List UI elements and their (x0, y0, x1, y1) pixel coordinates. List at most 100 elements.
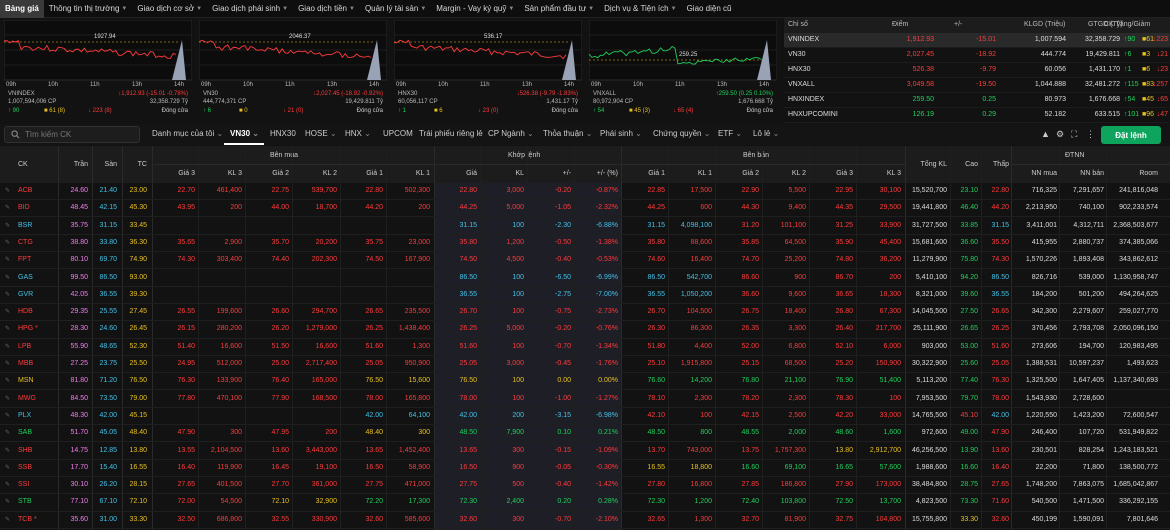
tab-cp-ng-nh[interactable]: CP Ngành ⌄ (488, 129, 534, 138)
pin-icon[interactable]: ✎ (5, 447, 10, 454)
index-row-vn30[interactable]: VN30 2,027.45 -18.92 444.774 19,429.811 ↑6 ■3 ↓… (784, 48, 1170, 63)
mini-chart-hnx30[interactable]: 536.17 09h 10h 11h 13h 14h HNX30 ↓526.38 (-9.79… (394, 20, 584, 120)
nav-item-5[interactable]: Quản lý tài sản ▼ (360, 0, 431, 18)
sort-up-icon[interactable]: ▲ (1041, 129, 1050, 139)
table-row[interactable]: ✎ BID 48.45 42.15 45.30 43.95 200 44.00 18,700 44… (0, 200, 1170, 218)
table-row[interactable]: ✎ HDB 29.35 25.55 27.45 26.55 199,600 26.60 294,… (0, 304, 1170, 322)
pin-icon[interactable]: ✎ (5, 498, 10, 505)
mini-chart-vnxall[interactable]: 259.25 09h 10h 11h 13h 14h VNXALL ↑259.50 (0.25… (589, 20, 779, 120)
column-header-sv1[interactable]: KL 1 (698, 170, 712, 177)
column-header-ref[interactable]: TC (138, 161, 147, 168)
symbol-cell[interactable]: MSN (18, 377, 34, 384)
tab-etf[interactable]: ETF ⌄ (718, 129, 742, 138)
symbol-cell[interactable]: HDB (18, 308, 33, 315)
pin-icon[interactable]: ✎ (5, 291, 10, 298)
pin-icon[interactable]: ✎ (5, 325, 10, 332)
nav-item-0[interactable]: Bảng giá (0, 0, 44, 18)
nav-item-1[interactable]: Thông tin thị trường ▼ (44, 0, 133, 18)
pin-icon[interactable]: ✎ (5, 239, 10, 246)
symbol-cell[interactable]: MBB (18, 360, 33, 367)
table-row[interactable]: ✎ BSR 35.75 31.15 33.45 31.15 100 -2.30 -6.88% 31… (0, 218, 1170, 235)
nav-item-8[interactable]: Dịch vụ & Tiện ích ▼ (599, 0, 681, 18)
table-row[interactable]: ✎ MSN 81.80 71.20 76.50 76.30 133,900 76.40 165,… (0, 373, 1170, 391)
symbol-cell[interactable]: FPT (18, 256, 31, 263)
column-header-hi[interactable]: Cao (965, 161, 978, 168)
symbol-cell[interactable]: SSI (18, 481, 29, 488)
table-row[interactable]: ✎ SAB 51.70 45.05 48.40 47.90 300 47.95 200 48.40… (0, 425, 1170, 443)
column-header-sv2[interactable]: KL 2 (792, 170, 806, 177)
table-row[interactable]: ✎ GVR 42.05 36.55 39.30 36.55 100 -2.75 -7.00% 36… (0, 287, 1170, 304)
table-row[interactable]: ✎ HPG * 28.30 24.60 26.45 26.15 280,200 26.20 1,… (0, 321, 1170, 339)
symbol-cell[interactable]: GAS (18, 274, 33, 281)
pin-icon[interactable]: ✎ (5, 343, 10, 350)
pin-icon[interactable]: ✎ (5, 412, 10, 419)
column-header-bp2[interactable]: Giá 2 (272, 170, 289, 177)
column-header-mp[interactable]: Giá (466, 170, 477, 177)
pin-icon[interactable]: ✎ (5, 308, 10, 315)
symbol-cell[interactable]: BID (18, 204, 30, 211)
table-row[interactable]: ✎ FPT 80.10 69.70 74.90 74.30 303,400 74.40 202,… (0, 252, 1170, 270)
pin-icon[interactable]: ✎ (5, 464, 10, 471)
table-row[interactable]: ✎ TCB * 35.60 31.00 33.30 32.50 686,800 32.55 33… (0, 512, 1170, 529)
mini-chart-vnindex[interactable]: 1927.94 09h 10h 11h 13h 14h VNINDEX ↓1,912.93 (… (4, 20, 194, 120)
column-header-sv3[interactable]: KL 3 (887, 170, 901, 177)
symbol-cell[interactable]: GVR (18, 291, 33, 298)
column-header-sp3[interactable]: Giá 3 (836, 170, 853, 177)
table-row[interactable]: ✎ CTG 38.80 33.80 36.30 35.65 2,900 35.70 20,200… (0, 235, 1170, 253)
nav-item-6[interactable]: Margin - Vay ký quỹ ▼ (431, 0, 519, 18)
column-header-ck[interactable]: CK (18, 161, 28, 168)
column-header-mpct[interactable]: +/- (%) (597, 170, 618, 177)
column-header-bv1[interactable]: KL 1 (416, 170, 430, 177)
index-row-hnxindex[interactable]: HNXINDEX 259.50 0.25 80.973 1,676.668 ↑54 ■45 ↓… (784, 93, 1170, 108)
tab-upcom[interactable]: UPCOM (383, 129, 413, 138)
column-header-fb[interactable]: NN mua (1031, 170, 1057, 177)
tab-vn30[interactable]: VN30 ⌄ (230, 129, 259, 138)
nav-item-3[interactable]: Giao dịch phái sinh ▼ (207, 0, 293, 18)
table-row[interactable]: ✎ MWG 84.50 73.50 79.00 77.80 470,100 77.90 168,… (0, 391, 1170, 408)
search-input[interactable]: Tìm kiếm CK (25, 130, 71, 139)
tab-th-a-thu-n[interactable]: Thỏa thuận ⌄ (543, 129, 592, 138)
table-row[interactable]: ✎ SSI 30.10 26.20 28.15 27.65 401,500 27.70 361,… (0, 477, 1170, 495)
pin-icon[interactable]: ✎ (5, 516, 10, 523)
index-row-vnxall[interactable]: VNXALL 3,049.58 -19.50 1,044.888 32,481.272 ↑… (784, 78, 1170, 93)
tab-tr-i-phi-u-ri-ng-l-[interactable]: Trái phiếu riêng lẻ (419, 129, 483, 138)
pin-icon[interactable]: ✎ (5, 204, 10, 211)
column-header-bp3[interactable]: Giá 3 (178, 170, 195, 177)
pin-icon[interactable]: ✎ (5, 256, 10, 263)
tab-ch-ng-quy-n[interactable]: Chứng quyền ⌄ (653, 129, 710, 138)
pin-icon[interactable]: ✎ (5, 187, 10, 194)
pin-icon[interactable]: ✎ (5, 429, 10, 436)
tab-danh-m-c-c-a-t-i[interactable]: Danh mục của tôi ⌄ (152, 129, 223, 138)
symbol-cell[interactable]: LPB (18, 343, 31, 350)
table-row[interactable]: ✎ MBB 27.25 23.75 25.50 24.95 512,000 25.00 2,71… (0, 356, 1170, 374)
column-header-room[interactable]: Room (1139, 170, 1158, 177)
column-header-bp1[interactable]: Giá 1 (366, 170, 383, 177)
table-row[interactable]: ✎ ACB 24.60 21.40 23.00 22.70 461,400 22.75 539,… (0, 183, 1170, 201)
tab-hose[interactable]: HOSE ⌄ (305, 129, 337, 138)
symbol-cell[interactable]: SHB (18, 447, 32, 454)
pin-icon[interactable]: ✎ (5, 274, 10, 281)
table-row[interactable]: ✎ PLX 48.30 42.00 45.15 42.00 64,100 42.00 200 -3… (0, 408, 1170, 426)
symbol-cell[interactable]: BSR (18, 222, 32, 229)
nav-item-4[interactable]: Giao dịch tiền ▼ (293, 0, 360, 18)
tab-l-l-[interactable]: Lô lẻ ⌄ (753, 129, 779, 138)
index-row-vnindex[interactable]: VNINDEX 1,912.93 -15.01 1,007.594 32,358.729… (784, 33, 1170, 48)
pin-icon[interactable]: ✎ (5, 360, 10, 367)
pin-icon[interactable]: ✎ (5, 481, 10, 488)
table-row[interactable]: ✎ SSB 17.70 15.40 16.55 16.40 119,900 16.45 19,1… (0, 460, 1170, 477)
symbol-cell[interactable]: MWG (18, 395, 36, 402)
nav-item-9[interactable]: Giao diện cũ (682, 0, 737, 18)
symbol-cell[interactable]: ACB (18, 187, 32, 194)
symbol-cell[interactable]: SSB (18, 464, 32, 471)
column-header-mc[interactable]: +/- (563, 170, 571, 177)
mini-chart-vn30[interactable]: 2046.37 09h 10h 11h 13h 14h VN30 ↓2,027.45 (-18… (199, 20, 389, 120)
table-row[interactable]: ✎ LPB 55.90 48.65 52.30 51.40 16,600 51.50 16,60… (0, 339, 1170, 356)
fullscreen-icon[interactable]: ⛶ (1071, 129, 1077, 140)
pin-icon[interactable]: ✎ (5, 222, 10, 229)
column-header-tot[interactable]: Tổng KL (921, 161, 947, 168)
symbol-cell[interactable]: CTG (18, 239, 33, 246)
symbol-cell[interactable]: TCB * (18, 516, 37, 523)
tab-hnx[interactable]: HNX ⌄ (345, 129, 371, 138)
column-header-sp1[interactable]: Giá 1 (648, 170, 665, 177)
pin-icon[interactable]: ✎ (5, 377, 10, 384)
